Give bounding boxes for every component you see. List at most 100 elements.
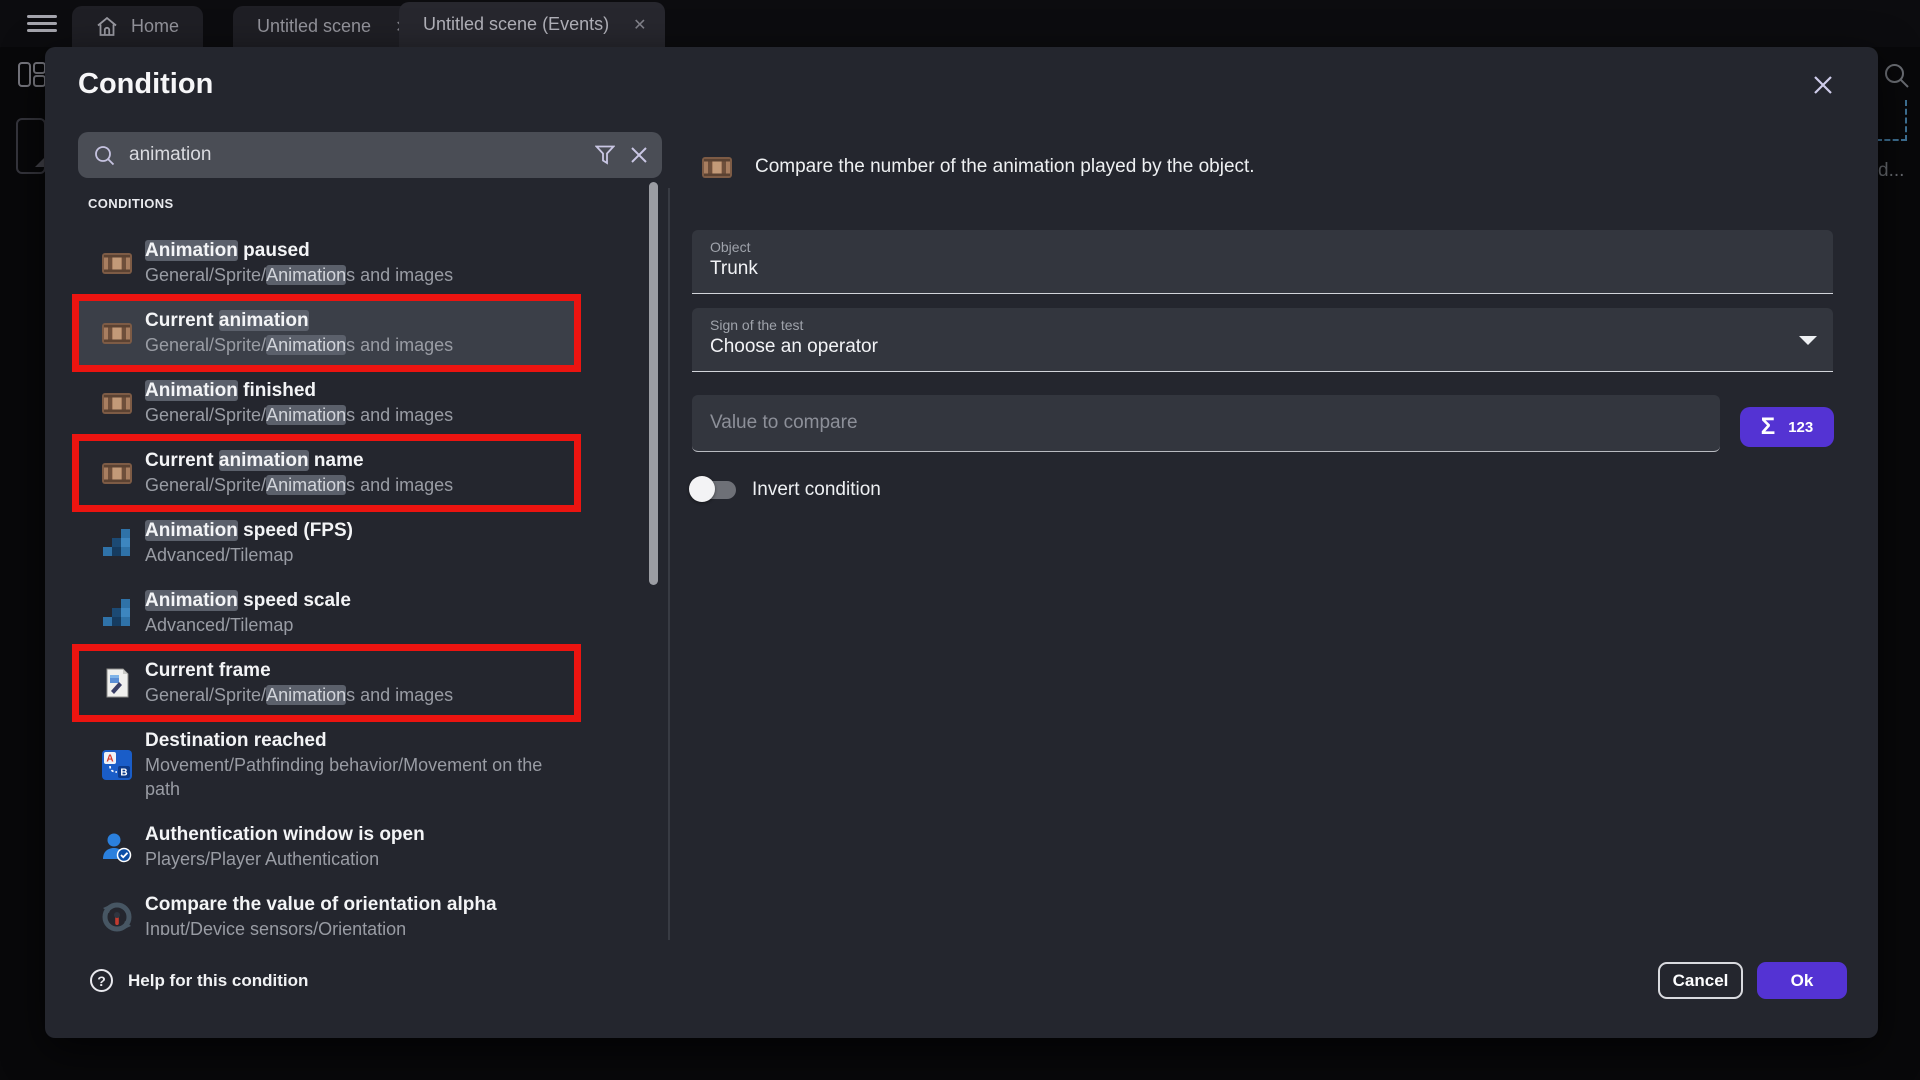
selection-marquee-corner bbox=[1876, 100, 1907, 141]
condition-item-title: Animation speed scale bbox=[145, 589, 565, 613]
condition-list-item[interactable]: Current animation nameGeneral/Sprite/Ani… bbox=[78, 438, 575, 508]
tab-home[interactable]: Home bbox=[72, 6, 203, 47]
help-icon: ? bbox=[90, 969, 113, 992]
dialog-title: Condition bbox=[78, 68, 213, 101]
sigma-icon: Σ bbox=[1761, 413, 1775, 441]
condition-item-path: Advanced/Tilemap bbox=[145, 543, 565, 567]
value-input[interactable] bbox=[710, 395, 1690, 451]
close-tab-icon[interactable]: ✕ bbox=[633, 15, 646, 35]
help-label: Help for this condition bbox=[128, 971, 308, 991]
condition-item-path: General/Sprite/Animations and images bbox=[145, 263, 565, 287]
search-icon bbox=[94, 145, 115, 166]
list-scrollbar-thumb[interactable] bbox=[649, 182, 658, 585]
condition-item-path: General/Sprite/Animations and images bbox=[145, 403, 565, 427]
search-box[interactable] bbox=[78, 132, 662, 178]
condition-item-path: General/Sprite/Animations and images bbox=[145, 333, 565, 357]
condition-list-item[interactable]: Animation pausedGeneral/Sprite/Animation… bbox=[78, 228, 575, 298]
film-reel-icon bbox=[100, 386, 134, 420]
svg-text:B: B bbox=[120, 768, 127, 779]
condition-item-path: General/Sprite/Animations and images bbox=[145, 683, 565, 707]
object-field-label: Object bbox=[710, 239, 750, 255]
operator-field-label: Sign of the test bbox=[710, 317, 803, 333]
condition-item-text: Animation speed scaleAdvanced/Tilemap bbox=[145, 589, 565, 637]
condition-list-item[interactable]: Animation finishedGeneral/Sprite/Animati… bbox=[78, 368, 575, 438]
condition-item-text: Animation pausedGeneral/Sprite/Animation… bbox=[145, 239, 565, 287]
condition-item-text: Current frameGeneral/Sprite/Animations a… bbox=[145, 659, 565, 707]
condition-item-text: Destination reachedMovement/Pathfinding … bbox=[145, 729, 565, 801]
film-reel-icon bbox=[100, 456, 134, 490]
object-field-value: Trunk bbox=[710, 258, 758, 280]
condition-item-title: Animation finished bbox=[145, 379, 565, 403]
operator-field-value: Choose an operator bbox=[710, 336, 878, 358]
ok-button[interactable]: Ok bbox=[1757, 962, 1847, 999]
condition-description: Compare the number of the animation play… bbox=[755, 156, 1255, 178]
condition-list-item[interactable]: Current animationGeneral/Sprite/Animatio… bbox=[78, 298, 575, 368]
cancel-button[interactable]: Cancel bbox=[1658, 962, 1743, 999]
svg-text:A: A bbox=[106, 754, 113, 765]
condition-item-title: Animation paused bbox=[145, 239, 565, 263]
condition-item-path: General/Sprite/Animations and images bbox=[145, 473, 565, 497]
value-field[interactable] bbox=[692, 395, 1720, 452]
tilemap-icon bbox=[100, 596, 134, 630]
film-reel-icon bbox=[100, 316, 134, 350]
expression-editor-button[interactable]: Σ 123 bbox=[1740, 407, 1834, 447]
conditions-section-label: CONDITIONS bbox=[88, 196, 174, 211]
filter-icon[interactable] bbox=[595, 145, 615, 165]
instruction-search-panel: CONDITIONS Animation pausedGeneral/Sprit… bbox=[78, 132, 678, 1012]
condition-item-path: Players/Player Authentication bbox=[145, 847, 565, 871]
condition-item-text: Current animation nameGeneral/Sprite/Ani… bbox=[145, 449, 565, 497]
search-input[interactable] bbox=[129, 144, 509, 166]
condition-item-path: Movement/Pathfinding behavior/Movement o… bbox=[145, 753, 565, 801]
frame-icon bbox=[100, 666, 134, 700]
tab-untitled-scene[interactable]: Untitled scene ✕ bbox=[233, 6, 426, 47]
condition-item-text: Authentication window is openPlayers/Pla… bbox=[145, 823, 565, 871]
condition-list-item[interactable]: Animation speed (FPS)Advanced/Tilemap bbox=[78, 508, 575, 578]
tab-untitled-scene-events[interactable]: Untitled scene (Events) ✕ bbox=[399, 2, 665, 47]
condition-item-title: Current frame bbox=[145, 659, 565, 683]
background-search-icon bbox=[1883, 62, 1910, 94]
tab-bar: Home Untitled scene ✕ Untitled scene (Ev… bbox=[0, 0, 1920, 47]
numbers-icon: 123 bbox=[1788, 419, 1813, 436]
pathfinding-icon: AB bbox=[100, 748, 134, 782]
condition-list-item[interactable]: Compare the value of orientation alphaIn… bbox=[78, 882, 575, 935]
condition-item-text: Animation finishedGeneral/Sprite/Animati… bbox=[145, 379, 565, 427]
home-icon bbox=[96, 16, 118, 37]
tab-label: Untitled scene bbox=[233, 16, 371, 37]
condition-item-title: Current animation bbox=[145, 309, 565, 333]
condition-list-item[interactable]: Current frameGeneral/Sprite/Animations a… bbox=[78, 648, 575, 718]
film-reel-icon bbox=[100, 246, 134, 280]
condition-item-path: Advanced/Tilemap bbox=[145, 613, 565, 637]
invert-condition-toggle[interactable] bbox=[692, 480, 736, 500]
condition-list-item[interactable]: Authentication window is openPlayers/Pla… bbox=[78, 812, 575, 882]
panel-divider bbox=[668, 188, 670, 940]
chevron-down-icon bbox=[1799, 336, 1817, 345]
layout-panels-icon bbox=[18, 62, 46, 93]
clear-search-icon[interactable] bbox=[629, 145, 649, 165]
operator-select[interactable]: Sign of the test Choose an operator bbox=[692, 308, 1833, 372]
condition-item-title: Current animation name bbox=[145, 449, 565, 473]
condition-item-title: Animation speed (FPS) bbox=[145, 519, 565, 543]
condition-dialog: Condition CONDITIONS Animation pausedGen… bbox=[45, 47, 1878, 1038]
tilemap-icon bbox=[100, 526, 134, 560]
condition-item-title: Authentication window is open bbox=[145, 823, 565, 847]
film-reel-icon bbox=[700, 150, 734, 184]
condition-list-item[interactable]: Animation speed scaleAdvanced/Tilemap bbox=[78, 578, 575, 648]
condition-item-title: Destination reached bbox=[145, 729, 565, 753]
conditions-list: Animation pausedGeneral/Sprite/Animation… bbox=[72, 228, 732, 935]
help-link[interactable]: ? Help for this condition bbox=[90, 969, 308, 992]
tab-label: Home bbox=[131, 16, 203, 37]
auth-icon bbox=[100, 830, 134, 864]
condition-item-text: Animation speed (FPS)Advanced/Tilemap bbox=[145, 519, 565, 567]
instruction-detail-panel: Compare the number of the animation play… bbox=[692, 47, 1833, 947]
hidden-resize-corner bbox=[35, 158, 44, 167]
condition-item-path: Input/Device sensors/Orientation bbox=[145, 917, 565, 935]
tab-label: Untitled scene (Events) bbox=[399, 14, 609, 35]
condition-item-title: Compare the value of orientation alpha bbox=[145, 893, 565, 917]
object-field[interactable]: Object Trunk bbox=[692, 230, 1833, 294]
invert-condition-label: Invert condition bbox=[752, 479, 881, 501]
condition-item-text: Current animationGeneral/Sprite/Animatio… bbox=[145, 309, 565, 357]
menu-icon[interactable] bbox=[27, 15, 57, 32]
truncated-object-label: d... bbox=[1878, 160, 1904, 182]
condition-list-item[interactable]: AB Destination reachedMovement/Pathfindin… bbox=[78, 718, 575, 812]
orientation-icon bbox=[100, 900, 134, 934]
